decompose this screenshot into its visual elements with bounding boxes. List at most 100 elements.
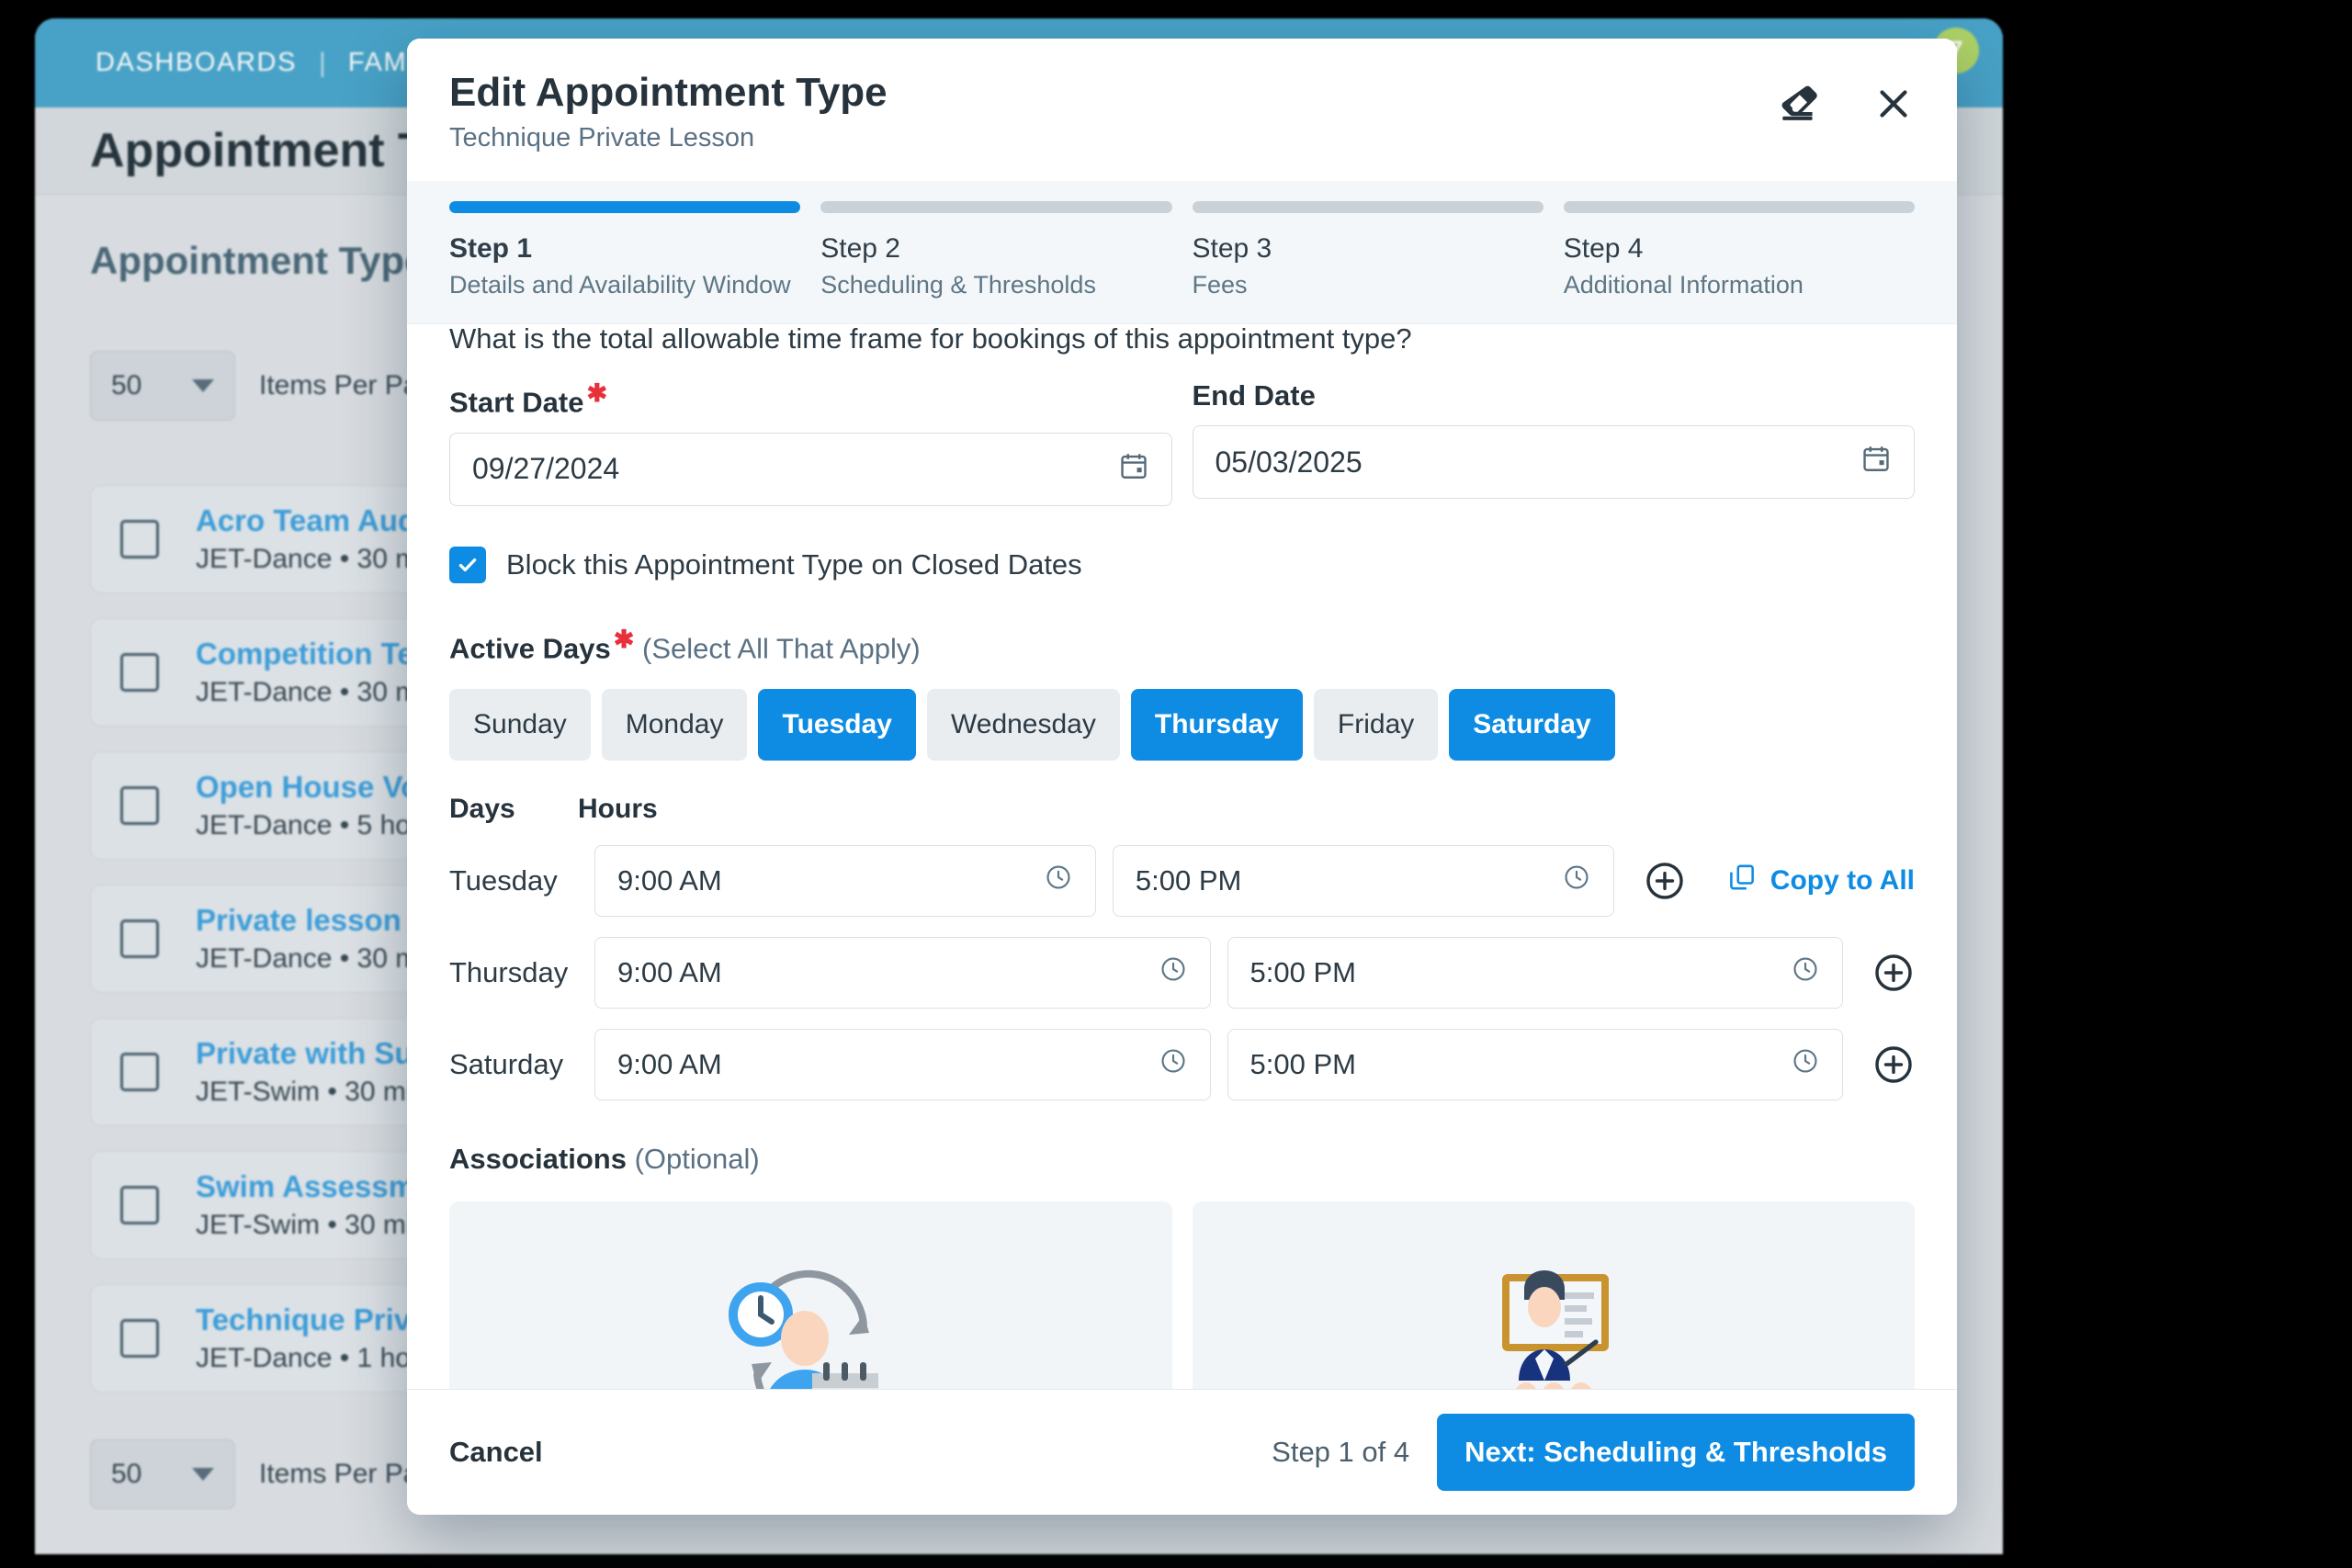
copy-to-all-label: Copy to All	[1770, 864, 1915, 896]
hours-table-header: Days Hours	[449, 794, 1915, 825]
end-time-value: 5:00 PM	[1250, 955, 1356, 988]
day-toggle-saturday[interactable]: Saturday	[1449, 688, 1615, 761]
date-range-fields: Start Date ✱ 09/27/2024 End Date 05/03/2…	[449, 379, 1915, 506]
row-checkbox[interactable]	[120, 919, 159, 958]
clock-icon[interactable]	[1159, 954, 1188, 991]
end-time-input[interactable]: 5:00 PM	[1227, 1028, 1843, 1100]
associations-cards: Associate Staff Availability	[449, 1201, 1915, 1389]
row-checkbox[interactable]	[120, 1053, 159, 1091]
day-toggle-thursday[interactable]: Thursday	[1130, 688, 1303, 761]
room-availability-illustration	[1462, 1263, 1645, 1389]
modal-title: Edit Appointment Type	[449, 70, 888, 115]
associations-optional: (Optional)	[634, 1142, 760, 1175]
step-2-description: Scheduling & Thresholds	[820, 271, 1096, 299]
required-asterisk: ✱	[586, 379, 608, 408]
next-step-button[interactable]: Next: Scheduling & Thresholds	[1437, 1414, 1915, 1491]
step-3[interactable]: Step 3 Fees	[1192, 201, 1544, 299]
nav-link-dashboards[interactable]: DASHBOARDS	[74, 48, 319, 78]
clock-icon[interactable]	[1044, 863, 1073, 899]
row-checkbox[interactable]	[120, 653, 159, 692]
step-1-number: Step 1	[449, 233, 533, 265]
clock-icon[interactable]	[1791, 954, 1820, 991]
items-per-page-select[interactable]: 50	[90, 351, 235, 421]
copy-to-all-button[interactable]: Copy to All	[1726, 862, 1915, 900]
hours-row-day: Thursday	[449, 955, 569, 988]
modal-footer: Cancel Step 1 of 4 Next: Scheduling & Th…	[407, 1389, 1957, 1515]
start-time-value: 9:00 AM	[617, 1047, 722, 1080]
edit-appointment-type-modal: Edit Appointment Type Technique Private …	[407, 39, 1957, 1515]
add-time-slot-button[interactable]	[1644, 860, 1686, 902]
block-closed-dates-checkbox[interactable]	[449, 546, 486, 583]
row-checkbox[interactable]	[120, 786, 159, 825]
step-4-description: Additional Information	[1563, 271, 1804, 299]
modal-header: Edit Appointment Type Technique Private …	[407, 39, 1957, 182]
clock-icon[interactable]	[1562, 863, 1591, 899]
chevron-down-icon	[192, 1468, 214, 1481]
end-time-value: 5:00 PM	[1135, 863, 1242, 897]
day-toggle-wednesday[interactable]: Wednesday	[926, 688, 1120, 761]
row-checkbox[interactable]	[120, 520, 159, 558]
end-time-value: 5:00 PM	[1250, 1047, 1356, 1080]
end-date-value: 05/03/2025	[1215, 445, 1363, 479]
row-checkbox[interactable]	[120, 1186, 159, 1224]
modal-header-actions	[1776, 70, 1915, 131]
items-per-page-select-bottom[interactable]: 50	[90, 1439, 235, 1509]
day-toggle-friday[interactable]: Friday	[1313, 688, 1439, 761]
clock-icon[interactable]	[1159, 1046, 1188, 1083]
start-time-input[interactable]: 9:00 AM	[594, 936, 1211, 1009]
items-per-page-value-bottom: 50	[111, 1459, 142, 1489]
step-1-description: Details and Availability Window	[449, 271, 791, 299]
calendar-icon[interactable]	[1118, 450, 1149, 489]
modal-scroll-body[interactable]: What is the total allowable time frame f…	[407, 324, 1957, 1389]
hours-row-tuesday: Tuesday 9:00 AM 5:00 PM Copy to All	[449, 844, 1915, 917]
associate-room-availability-card[interactable]: Associate Room Availability	[1192, 1201, 1915, 1389]
step-4[interactable]: Step 4 Additional Information	[1563, 201, 1915, 299]
row-checkbox[interactable]	[120, 1319, 159, 1358]
start-date-label: Start Date ✱	[449, 379, 608, 419]
eraser-icon[interactable]	[1776, 81, 1822, 131]
hours-row-saturday: Saturday 9:00 AM 5:00 PM	[449, 1028, 1915, 1100]
nav-separator: |	[319, 47, 326, 78]
items-per-page-control: 50 Items Per Page	[90, 351, 449, 421]
close-icon[interactable]	[1872, 83, 1915, 130]
step-3-number: Step 3	[1192, 233, 1272, 265]
cancel-button[interactable]: Cancel	[449, 1436, 543, 1469]
add-time-slot-button[interactable]	[1872, 952, 1915, 994]
day-toggle-sunday[interactable]: Sunday	[449, 688, 591, 761]
start-time-input[interactable]: 9:00 AM	[594, 1028, 1211, 1100]
step-2[interactable]: Step 2 Scheduling & Thresholds	[820, 201, 1172, 299]
start-date-value: 09/27/2024	[472, 452, 620, 486]
section-title: Appointment Types	[90, 239, 447, 282]
active-days-selector: Sunday Monday Tuesday Wednesday Thursday…	[449, 688, 1915, 761]
calendar-icon[interactable]	[1860, 443, 1892, 481]
step-4-number: Step 4	[1563, 233, 1644, 265]
active-days-label: Active Days ✱ (Select All That Apply)	[449, 625, 921, 664]
end-time-input[interactable]: 5:00 PM	[1112, 844, 1614, 917]
step-2-number: Step 2	[820, 233, 900, 265]
block-closed-dates-row[interactable]: Block this Appointment Type on Closed Da…	[449, 546, 1915, 583]
end-time-input[interactable]: 5:00 PM	[1227, 936, 1843, 1009]
step-of-label: Step 1 of 4	[1272, 1436, 1410, 1468]
clock-icon[interactable]	[1791, 1046, 1820, 1083]
end-date-input[interactable]: 05/03/2025	[1192, 425, 1915, 500]
step-2-progress-bar	[820, 201, 1172, 214]
start-time-input[interactable]: 9:00 AM	[594, 844, 1096, 917]
associate-staff-availability-card[interactable]: Associate Staff Availability	[449, 1201, 1172, 1389]
add-time-slot-button[interactable]	[1872, 1043, 1915, 1086]
required-asterisk: ✱	[613, 625, 635, 653]
modal-subtitle: Technique Private Lesson	[449, 123, 755, 153]
end-date-field-group: End Date 05/03/2025	[1192, 379, 1915, 505]
hours-row-day: Tuesday	[449, 863, 558, 897]
day-toggle-tuesday[interactable]: Tuesday	[758, 688, 916, 761]
time-frame-question: What is the total allowable time frame f…	[449, 324, 1412, 355]
start-date-input[interactable]: 09/27/2024	[449, 432, 1172, 506]
step-4-progress-bar	[1563, 201, 1915, 214]
day-toggle-monday[interactable]: Monday	[601, 688, 748, 761]
hours-row-day: Saturday	[449, 1047, 564, 1080]
items-per-page-value: 50	[111, 370, 142, 400]
row-title[interactable]: Private lesson	[196, 903, 401, 937]
step-1[interactable]: Step 1 Details and Availability Window	[449, 201, 801, 299]
step-3-description: Fees	[1192, 271, 1248, 299]
start-time-value: 9:00 AM	[617, 863, 722, 897]
step-3-progress-bar	[1192, 201, 1544, 214]
